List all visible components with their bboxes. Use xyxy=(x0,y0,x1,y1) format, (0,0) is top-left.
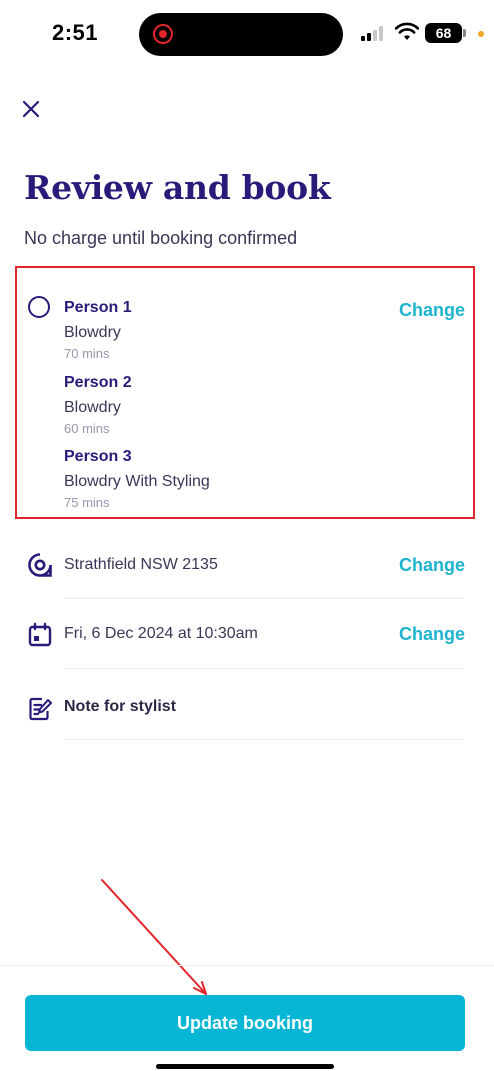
persons-change-button[interactable]: Change xyxy=(399,300,465,321)
person-3-duration: 75 mins xyxy=(64,495,110,510)
person-2-name: Person 2 xyxy=(64,374,132,391)
location-pin-icon xyxy=(28,553,52,577)
datetime-text: Fri, 6 Dec 2024 at 10:30am xyxy=(64,625,258,642)
location-text: Strathfield NSW 2135 xyxy=(64,556,218,573)
person-1-name: Person 1 xyxy=(64,299,132,316)
note-for-stylist-button[interactable]: Note for stylist xyxy=(64,698,176,716)
divider xyxy=(64,739,464,740)
recording-indicator-icon xyxy=(153,24,173,44)
radio-icon[interactable] xyxy=(28,296,50,318)
footer-divider xyxy=(0,965,494,966)
divider xyxy=(64,668,464,669)
calendar-icon xyxy=(28,622,52,647)
note-edit-icon xyxy=(29,697,52,721)
page-subtitle: No charge until booking confirmed xyxy=(24,228,298,248)
page-title: Review and book xyxy=(24,168,331,207)
privacy-indicator-dot xyxy=(478,31,484,37)
battery-indicator: 68 xyxy=(425,23,466,43)
annotation-arrow-icon xyxy=(101,879,207,995)
dynamic-island xyxy=(139,13,343,56)
person-1-service: Blowdry xyxy=(64,324,121,341)
datetime-change-button[interactable]: Change xyxy=(399,624,465,645)
close-icon[interactable] xyxy=(18,96,44,122)
status-time: 2:51 xyxy=(52,20,99,45)
person-3-name: Person 3 xyxy=(64,448,132,465)
cellular-signal-icon xyxy=(361,25,387,41)
person-2-duration: 60 mins xyxy=(64,421,110,436)
person-2-service: Blowdry xyxy=(64,399,121,416)
location-change-button[interactable]: Change xyxy=(399,555,465,576)
update-booking-button[interactable]: Update booking xyxy=(25,995,465,1051)
divider xyxy=(64,598,464,599)
person-1-duration: 70 mins xyxy=(64,346,110,361)
wifi-icon xyxy=(395,22,419,40)
person-3-service: Blowdry With Styling xyxy=(64,473,210,490)
home-indicator[interactable] xyxy=(156,1064,334,1069)
